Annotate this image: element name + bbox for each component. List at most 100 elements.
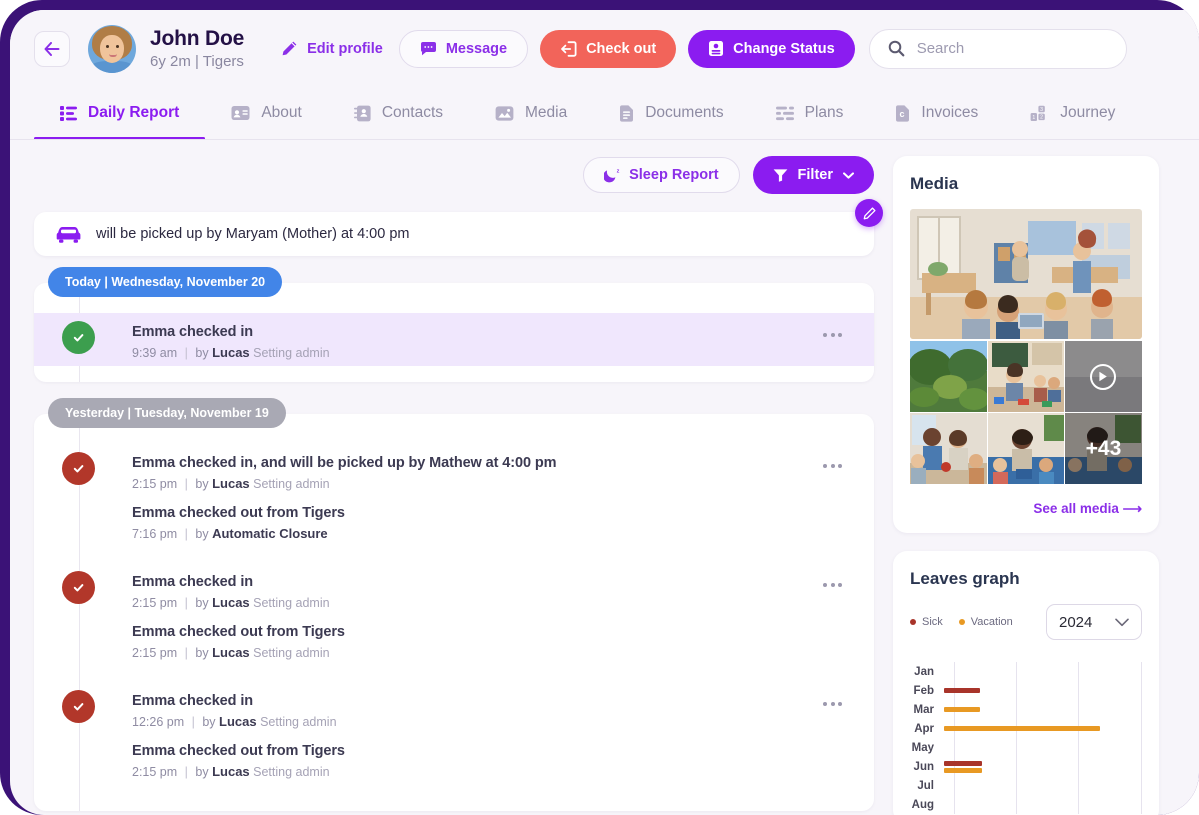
message-button[interactable]: Message [398, 29, 529, 68]
event-role: Setting admin [253, 477, 330, 491]
chart-category-label: Apr [914, 722, 934, 735]
edit-pickup-note-button[interactable] [855, 199, 883, 227]
timeline-event: Emma checked in 2:15 pm | by Lucas Setti… [34, 563, 874, 666]
event-menu-button[interactable] [819, 460, 846, 472]
day-card: Emma checked in 9:39 am | by Lucas Setti… [34, 283, 874, 382]
event-menu-button[interactable] [819, 579, 846, 591]
legend-label: Vacation [970, 616, 1013, 628]
sleep-report-label: Sleep Report [629, 167, 719, 183]
year-select[interactable]: 2024 [1046, 604, 1142, 640]
header-actions: Edit profile Message Check out Change St… [277, 29, 855, 68]
change-status-label: Change Status [733, 40, 835, 57]
tab-label: Media [525, 104, 568, 121]
tab-label: Plans [804, 104, 844, 121]
chart-category-label: Jul [917, 779, 934, 792]
chart-row: Apr [910, 719, 1142, 738]
year-value: 2024 [1059, 613, 1093, 631]
event-meta: 2:15 pm | by Lucas Setting admin [132, 476, 330, 491]
chart-category-label: May [911, 741, 934, 754]
event-by-label: by [195, 477, 209, 491]
media-thumbnail[interactable] [987, 413, 1065, 484]
search-box[interactable] [868, 28, 1127, 69]
change-status-button[interactable]: Change Status [688, 29, 855, 68]
report-toolbar: z Sleep Report Filter [34, 156, 874, 194]
event-title: Emma checked out from Tigers [132, 505, 345, 521]
car-icon [56, 225, 81, 243]
chart-row: Aug [910, 795, 1142, 814]
filter-button[interactable]: Filter [752, 156, 874, 194]
filter-label: Filter [797, 167, 833, 183]
leaves-graph-title: Leaves graph [910, 569, 1020, 588]
sleep-report-button[interactable]: z Sleep Report [583, 157, 740, 193]
event-by-label: by [195, 346, 209, 360]
tab-plans[interactable]: Plans [750, 87, 870, 139]
event-time: 2:15 pm [132, 765, 178, 779]
tab-about[interactable]: About [205, 87, 328, 139]
event-menu-button[interactable] [819, 329, 846, 341]
edit-profile-button[interactable]: Edit profile [277, 34, 387, 63]
chart-category-label: Mar [913, 703, 934, 716]
svg-text:c: c [900, 109, 905, 119]
media-more-thumbnail[interactable]: +43 [1065, 413, 1142, 484]
tab-label: Daily Report [88, 104, 180, 121]
edit-profile-label: Edit profile [307, 40, 383, 57]
chat-bubble-icon [420, 41, 437, 56]
tab-journey[interactable]: 312 Journey [1004, 87, 1141, 139]
tab-label: Invoices [921, 104, 979, 121]
video-overlay [1065, 341, 1142, 412]
event-title: Emma checked out from Tigers [132, 624, 345, 640]
svg-text:2: 2 [1040, 114, 1043, 120]
event-time: 2:15 pm [132, 477, 178, 491]
play-icon [1090, 363, 1117, 390]
media-video-thumbnail[interactable] [1065, 341, 1142, 412]
timeline-event: Emma checked in 12:26 pm | by Lucas Sett… [34, 682, 874, 785]
list-icon [60, 105, 77, 121]
chart-row: Feb [910, 681, 1142, 700]
tab-documents[interactable]: Documents [593, 87, 749, 139]
legend-item-vacation: Vacation [958, 616, 1013, 628]
event-role: Setting admin [253, 346, 330, 360]
event-title: Emma checked in [132, 693, 253, 709]
chart-track [944, 795, 1142, 814]
tab-invoices[interactable]: c Invoices [869, 87, 1004, 139]
day-card: Emma checked in, and will be picked up b… [34, 414, 874, 811]
tab-label: Documents [645, 104, 724, 121]
event-role: Setting admin [253, 646, 330, 660]
window-frame: John Doe 6y 2m | Tigers Edit profile Mes… [0, 0, 1199, 815]
event-sub: Emma checked out from Tigers 2:15 pm | b… [132, 743, 874, 779]
tab-media[interactable]: Media [469, 87, 593, 139]
tab-daily-report[interactable]: Daily Report [34, 87, 206, 139]
event-author: Automatic Closure [212, 526, 328, 541]
event-author: Lucas [212, 764, 250, 779]
funnel-icon [773, 168, 788, 182]
child-meta: 6y 2m | Tigers [150, 53, 244, 71]
moon-icon: z [604, 167, 620, 183]
leaves-graph-panel: Leaves graph Sick Vacation 2024 Jan Feb … [893, 551, 1159, 815]
chart-category-label: Jun [913, 760, 934, 773]
search-input[interactable] [916, 40, 1108, 57]
day-chip: Today | Wednesday, November 20 [48, 267, 283, 297]
search-icon [888, 40, 905, 57]
media-hero-image[interactable] [910, 209, 1142, 339]
check-out-button[interactable]: Check out [540, 29, 677, 68]
page-title: John Doe [150, 26, 245, 50]
chart-track [944, 776, 1142, 795]
chart-bar-vacation [944, 726, 1101, 731]
media-thumbnail[interactable] [987, 341, 1065, 412]
event-meta: 2:15 pm | by Lucas Setting admin [132, 764, 330, 779]
pickup-note-card: will be picked up by Maryam (Mother) at … [34, 199, 883, 256]
svg-text:3: 3 [1040, 106, 1043, 112]
see-all-media-link[interactable]: See all media ⟶ [910, 501, 1142, 517]
event-role: Setting admin [260, 715, 337, 729]
event-time: 2:15 pm [132, 596, 178, 610]
event-author: Lucas [212, 476, 250, 491]
media-thumbnail[interactable] [910, 413, 987, 484]
event-time: 12:26 pm [132, 715, 185, 729]
event-by-label: by [195, 646, 209, 660]
media-thumbnail[interactable] [910, 341, 987, 412]
back-button[interactable] [34, 30, 70, 67]
tab-contacts[interactable]: Contacts [328, 87, 469, 139]
chart-track [944, 719, 1142, 738]
event-menu-button[interactable] [819, 698, 846, 710]
day-group: Today | Wednesday, November 20 Emma chec… [34, 267, 874, 382]
